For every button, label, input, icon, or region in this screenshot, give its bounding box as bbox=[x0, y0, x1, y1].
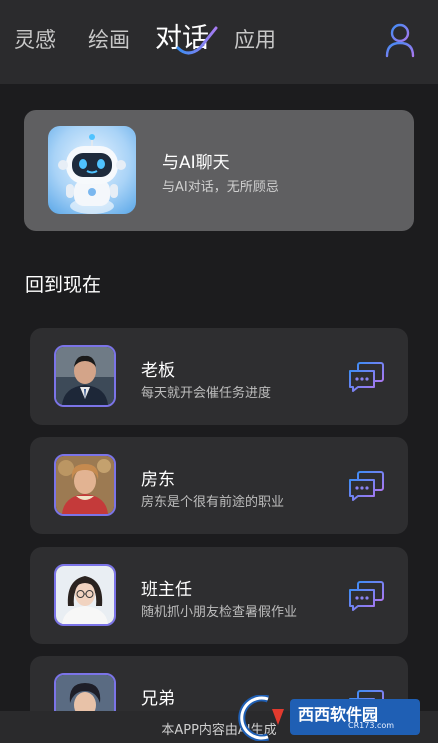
role-card-boss[interactable]: 老板 每天就开会催任务进度 bbox=[30, 328, 408, 425]
role-name: 班主任 bbox=[141, 580, 192, 600]
top-nav: 灵感 绘画 对话 应用 bbox=[0, 0, 438, 84]
ai-chat-card[interactable]: 与AI聊天 与AI对话，无所顾忌 bbox=[24, 110, 414, 231]
site-watermark: 西西软件园 CR173.com bbox=[238, 693, 422, 743]
tab-drawing[interactable]: 绘画 bbox=[88, 26, 130, 54]
hero-title: 与AI聊天 bbox=[162, 153, 230, 173]
role-desc: 每天就开会催任务进度 bbox=[141, 386, 272, 401]
tab-apps[interactable]: 应用 bbox=[234, 26, 276, 54]
landlord-avatar bbox=[54, 454, 116, 516]
boss-avatar bbox=[54, 345, 116, 407]
tab-inspiration[interactable]: 灵感 bbox=[14, 26, 56, 54]
role-card-landlord[interactable]: 房东 房东是个很有前途的职业 bbox=[30, 437, 408, 534]
chat-bubbles-icon[interactable] bbox=[348, 362, 384, 392]
teacher-avatar bbox=[54, 564, 116, 626]
watermark-logo-icon bbox=[238, 695, 284, 741]
section-title: 回到现在 bbox=[25, 274, 102, 296]
chat-bubbles-icon[interactable] bbox=[348, 581, 384, 611]
role-desc: 随机抓小朋友检查暑假作业 bbox=[141, 605, 298, 620]
role-card-teacher[interactable]: 班主任 随机抓小朋友检查暑假作业 bbox=[30, 547, 408, 644]
role-desc: 房东是个很有前途的职业 bbox=[141, 495, 285, 510]
user-icon[interactable] bbox=[384, 22, 416, 58]
robot-avatar-icon bbox=[48, 126, 136, 214]
chat-bubbles-icon[interactable] bbox=[348, 471, 384, 501]
role-name: 老板 bbox=[141, 361, 175, 381]
active-tab-swoosh-icon bbox=[176, 26, 218, 55]
watermark-url: CR173.com bbox=[348, 721, 395, 730]
role-name: 房东 bbox=[141, 470, 175, 490]
role-name: 兄弟 bbox=[141, 689, 175, 709]
hero-subtitle: 与AI对话，无所顾忌 bbox=[162, 180, 279, 195]
